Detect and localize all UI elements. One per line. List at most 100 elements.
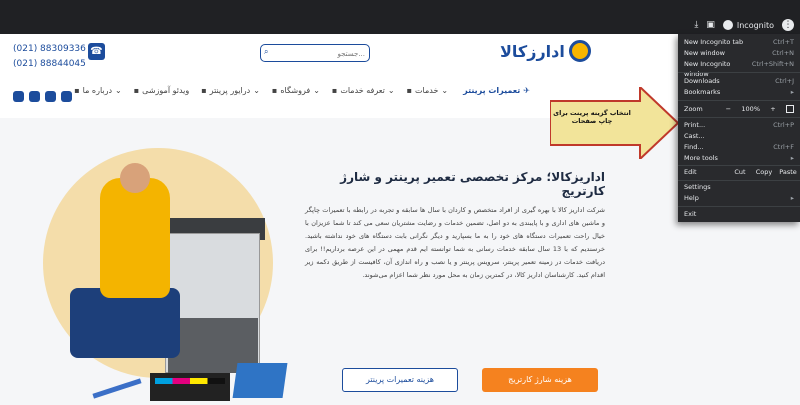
nav-label: درایور پرینتر <box>209 86 251 95</box>
chevron-right-icon <box>791 153 794 163</box>
menu-new-window[interactable]: New window Ctrl+N <box>684 48 794 58</box>
menu-label: New Incognito tab <box>684 38 744 46</box>
briefcase-icon: ▪ <box>406 86 412 95</box>
incognito-label: Incognito <box>736 20 774 30</box>
menu-label: Exit <box>684 210 697 218</box>
fullscreen-icon[interactable] <box>786 105 794 113</box>
menu-print[interactable]: Print... Ctrl+P <box>684 120 794 130</box>
printer-repair-price-button[interactable]: هزینه تعمیرات پرینتر <box>342 368 458 392</box>
site-logo[interactable]: ادارزکالا <box>500 40 591 62</box>
nav-item-drivers[interactable]: ⌄ درایور پرینتر ▪ <box>201 86 260 95</box>
menu-label: Downloads <box>684 77 720 85</box>
chevron-down-icon: ⌄ <box>313 86 320 95</box>
cartridge-price-button[interactable]: هزینه شارژ کارتریج <box>482 368 598 392</box>
menu-divider <box>678 100 800 101</box>
menu-divider <box>678 117 800 118</box>
gear-logo-icon <box>568 40 591 62</box>
toolbox-image <box>232 363 288 398</box>
telegram-icon[interactable] <box>45 91 56 102</box>
whatsapp-icon[interactable] <box>13 91 24 102</box>
menu-help[interactable]: Help <box>684 193 794 203</box>
menu-label: Settings <box>684 183 711 191</box>
menu-shortcut: Ctrl+Shift+N <box>751 60 794 68</box>
phone-number-2[interactable]: (021) 88844045 <box>13 57 86 72</box>
nav-item-about[interactable]: ⌄ درباره ما ▪ <box>74 86 122 95</box>
menu-kebab-icon[interactable]: ⋮ <box>782 19 794 31</box>
menu-shortcut: Ctrl+P <box>773 121 794 129</box>
zoom-in-button[interactable]: + <box>766 105 780 113</box>
search-icon[interactable]: ⌕ <box>264 47 268 57</box>
menu-settings[interactable]: Settings <box>684 182 794 192</box>
annotation-label: انتخاب گزینه پرینت برای چاپ صفحات <box>553 109 631 125</box>
windows-icon: ▪ <box>201 86 207 95</box>
menu-downloads[interactable]: Downloads Ctrl+J <box>684 76 794 86</box>
incognito-badge[interactable]: Incognito <box>722 20 774 30</box>
side-panel-icon[interactable]: ▣ <box>706 20 715 30</box>
menu-label: Help <box>684 194 699 202</box>
paste-button[interactable]: Paste <box>776 167 800 177</box>
menu-shortcut: Ctrl+J <box>775 77 794 85</box>
menu-shortcut: Ctrl+N <box>772 49 794 57</box>
youtube-icon[interactable] <box>29 91 40 102</box>
nav-item-pricing[interactable]: ⌄ تعرفه خدمات ▪ <box>332 86 395 95</box>
menu-label: Find... <box>684 143 704 151</box>
menu-label: Edit <box>684 168 697 176</box>
menu-new-incognito-window[interactable]: New Incognito window Ctrl+Shift+N <box>684 59 794 78</box>
incognito-icon <box>722 20 733 30</box>
menu-new-incognito-tab[interactable]: New Incognito tab Ctrl+T <box>684 37 794 47</box>
menu-bookmarks[interactable]: Bookmarks <box>684 87 794 97</box>
chevron-down-icon: ⌄ <box>387 86 395 95</box>
menu-edit: Edit Cut Copy Paste <box>684 167 800 177</box>
nav-item-printer-repair[interactable]: ✈ تعمیرات پرینتر <box>460 86 530 95</box>
menu-shortcut: Ctrl+T <box>773 38 794 46</box>
menu-zoom: Zoom − 100% + <box>684 103 794 115</box>
instagram-icon[interactable] <box>61 91 72 102</box>
nav-label: ویدئو آموزشی <box>142 86 190 95</box>
phone-number-1[interactable]: (021) 88309336 <box>13 42 86 57</box>
menu-label: Print... <box>684 121 706 129</box>
wrench-icon: ✈ <box>523 86 530 95</box>
menu-cast[interactable]: Cast... <box>684 131 794 141</box>
menu-find[interactable]: Find... Ctrl+F <box>684 142 794 152</box>
search-input[interactable] <box>275 47 365 60</box>
cut-button[interactable]: Cut <box>728 167 752 177</box>
search-box[interactable]: ⌕ <box>260 44 370 62</box>
menu-divider <box>678 72 800 73</box>
menu-label: New Incognito window <box>684 60 731 78</box>
zoom-value: 100% <box>741 105 760 113</box>
zoom-label: Zoom <box>684 105 703 113</box>
copy-button[interactable]: Copy <box>752 167 776 177</box>
menu-more-tools[interactable]: More tools <box>684 153 794 163</box>
download-icon[interactable]: ⤓ <box>694 20 698 30</box>
technician-legs <box>70 288 180 358</box>
menu-divider <box>678 165 800 166</box>
zoom-out-button[interactable]: − <box>721 105 735 113</box>
browser-actions: ⤓ ▣ Incognito ⋮ <box>694 19 794 31</box>
price-list-icon: ▪ <box>331 86 338 95</box>
technician-body <box>100 178 170 298</box>
nav-label: تعمیرات پرینتر <box>463 86 521 95</box>
logo-text: ادارزکالا <box>500 41 565 61</box>
chevron-right-icon <box>791 87 794 97</box>
phone-icon[interactable]: ☎ <box>88 43 105 60</box>
technician-head <box>120 163 150 193</box>
menu-divider <box>678 180 800 181</box>
menu-label: New window <box>684 49 725 57</box>
menu-exit[interactable]: Exit <box>684 209 794 219</box>
cart-icon: ▪ <box>271 86 278 95</box>
chevron-right-icon <box>791 193 794 203</box>
nav-item-shop[interactable]: ⌄ فروشگاه ▪ <box>272 86 320 95</box>
nav-label: تعرفه خدمات <box>340 86 385 95</box>
hero-description: شرکت اداریز کالا با بهره گیری از افراد م… <box>305 206 605 279</box>
nav-label: فروشگاه <box>280 86 311 95</box>
main-nav: ✈ تعمیرات پرینتر ⌄ خدمات ▪ ⌄ تعرفه خدمات… <box>74 86 530 95</box>
menu-label: More tools <box>684 154 718 162</box>
nav-item-services[interactable]: ⌄ خدمات ▪ <box>407 86 449 95</box>
info-icon: ▪ <box>74 86 80 95</box>
chrome-menu: New Incognito tab Ctrl+T New window Ctrl… <box>678 34 800 222</box>
menu-label: Cast... <box>684 132 705 140</box>
nav-item-video[interactable]: ویدئو آموزشی ▪ <box>134 86 190 95</box>
chevron-down-icon: ⌄ <box>441 86 449 95</box>
social-links <box>13 91 72 102</box>
video-icon: ▪ <box>133 86 140 95</box>
